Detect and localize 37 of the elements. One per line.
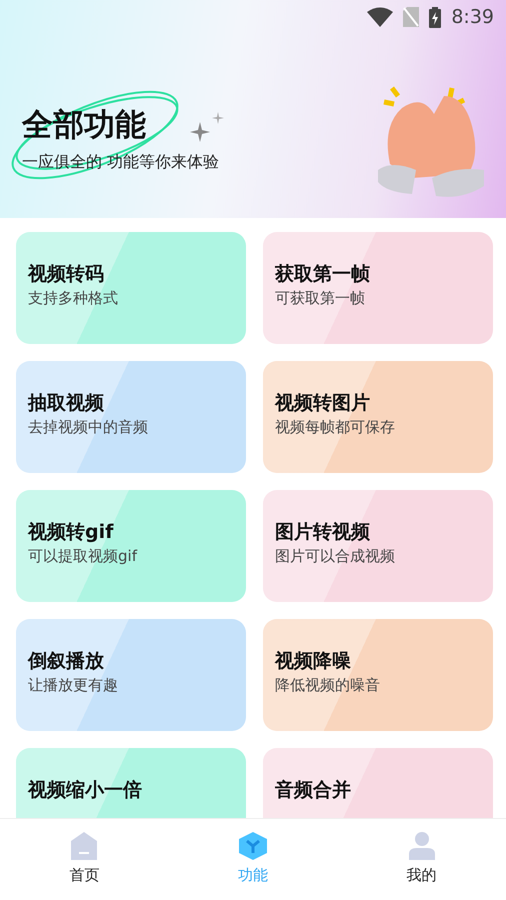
wifi-icon [367, 7, 394, 27]
feature-description: 可获取第一帧 [275, 288, 366, 309]
feature-description: 去掉视频中的音频 [28, 416, 149, 438]
feature-card[interactable]: 视频转gif 可以提取视频gif [16, 490, 246, 602]
feature-title: 获取第一帧 [275, 262, 371, 287]
feature-description: 图片可以合成视频 [275, 546, 396, 567]
feature-card[interactable]: 获取第一帧 可获取第一帧 [263, 232, 493, 344]
feature-title: 抽取视频 [28, 391, 105, 416]
feature-description: 视频每帧都可保存 [275, 416, 396, 438]
person-icon [408, 832, 435, 860]
feature-title: 音频合并 [275, 778, 352, 803]
cube-icon [239, 832, 267, 860]
status-time: 8:39 [451, 4, 494, 30]
feature-description: 让播放更有趣 [28, 674, 119, 696]
feature-title: 视频缩小一倍 [28, 778, 143, 803]
feature-title: 图片转视频 [275, 520, 371, 545]
no-sim-icon [403, 7, 420, 27]
home-icon [71, 832, 98, 860]
feature-description: 降低视频的噪音 [275, 674, 381, 696]
feature-card[interactable]: 抽取视频 去掉视频中的音频 [16, 361, 246, 473]
feature-description: 可以提取视频gif [28, 546, 138, 567]
nav-tab[interactable]: 首页 [0, 819, 169, 900]
battery-icon [429, 6, 442, 28]
feature-title: 视频降噪 [275, 649, 352, 674]
feature-card[interactable]: 视频缩小一倍 [16, 748, 246, 818]
feature-title: 倒叙播放 [28, 649, 105, 674]
feature-card[interactable]: 视频转图片 视频每帧都可保存 [263, 361, 493, 473]
feature-card[interactable]: 倒叙播放 让播放更有趣 [16, 619, 246, 731]
feature-card[interactable]: 图片转视频 图片可以合成视频 [263, 490, 493, 602]
feature-title: 视频转码 [28, 262, 105, 287]
nav-tab[interactable]: 我的 [337, 819, 506, 900]
feature-description: 支持多种格式 [28, 288, 119, 309]
feature-title: 视频转gif [28, 520, 114, 545]
feature-card[interactable]: 视频降噪 降低视频的噪音 [263, 619, 493, 731]
feature-card[interactable]: 音频合并 [263, 748, 493, 818]
feature-card[interactable]: 视频转码 支持多种格式 [16, 232, 246, 344]
feature-title: 视频转图片 [275, 391, 371, 416]
